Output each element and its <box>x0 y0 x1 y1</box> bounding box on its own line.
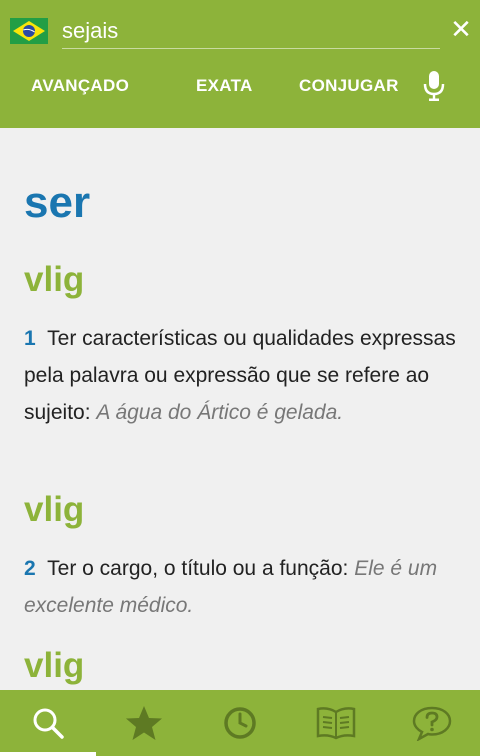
definition: 1 Ter características ou qualidades expr… <box>24 320 456 431</box>
search-input[interactable] <box>62 14 440 49</box>
brazil-flag-icon[interactable] <box>10 18 48 44</box>
exact-button[interactable]: EXATA <box>196 76 253 96</box>
nav-browse[interactable] <box>288 690 384 756</box>
definition: 2 Ter o cargo, o título ou a função: Ele… <box>24 550 456 624</box>
search-mode-bar: AVANÇADO EXATA CONJUGAR <box>0 76 480 104</box>
part-of-speech-label: vlig <box>24 490 85 529</box>
clear-search-button[interactable]: ✕ <box>446 14 476 44</box>
part-of-speech-label: vlig <box>24 646 85 685</box>
microphone-icon[interactable] <box>422 70 446 102</box>
example-sentence: A água do Ártico é gelada. <box>96 401 344 424</box>
advanced-button[interactable]: AVANÇADO <box>31 76 129 96</box>
help-chat-icon <box>412 706 452 741</box>
top-bar: ✕ AVANÇADO EXATA CONJUGAR <box>0 0 480 128</box>
nav-search[interactable] <box>0 690 96 756</box>
sense-number: 1 <box>24 327 36 350</box>
headword: ser <box>24 178 91 227</box>
star-icon <box>126 706 162 740</box>
entry-content: ser vlig 1 Ter características ou qualid… <box>0 128 480 690</box>
nav-favorites[interactable] <box>96 690 192 756</box>
conjugate-button[interactable]: CONJUGAR <box>299 76 399 96</box>
definition-text: Ter o cargo, o título ou a função: <box>47 557 349 580</box>
sense-number: 2 <box>24 557 36 580</box>
book-icon <box>316 707 356 740</box>
bottom-nav <box>0 690 480 756</box>
search-icon <box>33 708 64 739</box>
clock-icon <box>224 707 256 739</box>
part-of-speech-label: vlig <box>24 260 85 299</box>
nav-help[interactable] <box>384 690 480 756</box>
nav-history[interactable] <box>192 690 288 756</box>
